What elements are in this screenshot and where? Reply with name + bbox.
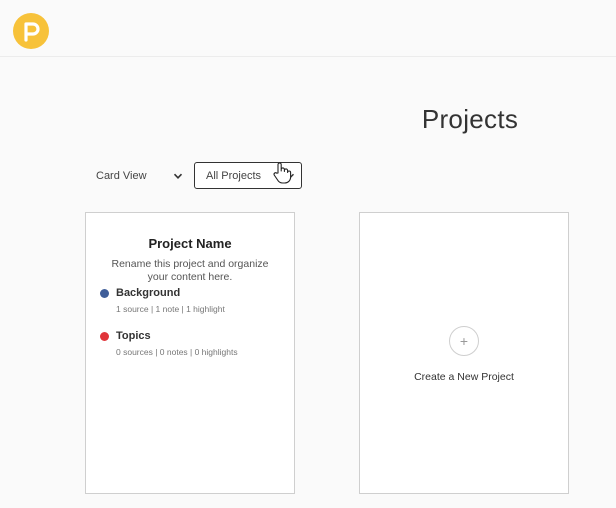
add-project-button[interactable]: + [449, 326, 479, 356]
project-description: Rename this project and organize your co… [111, 258, 269, 283]
project-filter-value: All Projects [206, 170, 262, 182]
top-bar [0, 0, 616, 57]
hand-pointer-cursor-icon [273, 162, 292, 184]
folder-color-dot [100, 332, 109, 341]
folder-meta: 1 source | 1 note | 1 highlight [116, 304, 225, 314]
page-title: Projects [421, 104, 519, 134]
card-view-select-value: Card View [96, 170, 147, 182]
plus-icon: + [459, 333, 469, 349]
card-view-select[interactable]: Card View [91, 164, 187, 188]
app-logo-icon[interactable] [13, 13, 49, 49]
create-project-card[interactable]: + Create a New Project [359, 212, 569, 494]
folder-color-dot [100, 289, 109, 298]
project-card[interactable]: Project Name Rename this project and org… [85, 212, 295, 494]
chevron-down-icon [173, 173, 183, 179]
create-project-label: Create a New Project [414, 371, 514, 383]
project-name[interactable]: Project Name [86, 236, 294, 251]
folder-name: Topics [116, 330, 151, 342]
folder-name: Background [116, 287, 181, 299]
folder-meta: 0 sources | 0 notes | 0 highlights [116, 347, 238, 357]
